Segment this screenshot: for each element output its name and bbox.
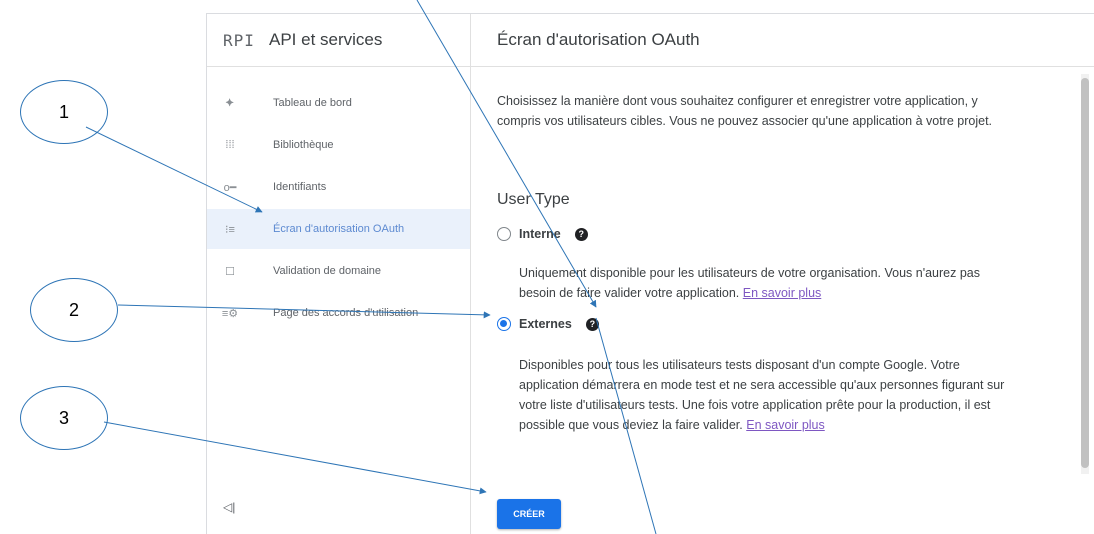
sidebar-item-label: Écran d'autorisation OAuth [273, 223, 405, 235]
sidebar-item-label: Validation de domaine [273, 265, 382, 277]
external-option[interactable]: Externes ? [497, 317, 599, 331]
help-icon[interactable]: ? [574, 227, 588, 241]
user-type-heading: User Type [497, 191, 570, 208]
usage-agreements-icon: ≡⚙ [221, 307, 239, 320]
intro-text: Choisissez la manière dont vous souhaite… [497, 94, 993, 128]
sidebar-item-dashboard[interactable]: ⯌ Tableau de bord [207, 83, 470, 123]
internal-learn-more-link[interactable]: En savoir plus [743, 286, 822, 300]
main-content: Choisissez la manière dont vous souhaite… [497, 67, 1077, 534]
sidebar-item-domain-verification[interactable]: ☐ Validation de domaine [207, 251, 470, 291]
key-icon: o━ [223, 181, 237, 194]
external-learn-more-link[interactable]: En savoir plus [746, 418, 825, 432]
consent-screen-icon: ⁝≡ [225, 223, 235, 236]
internal-description: Uniquement disponible pour les utilisate… [519, 263, 1019, 303]
create-button[interactable]: CRÉER [497, 499, 561, 529]
scrollbar[interactable] [1081, 74, 1089, 474]
dashboard-icon: ⯌ [225, 96, 235, 109]
sidebar-item-oauth-consent[interactable]: ⁝≡ Écran d'autorisation OAuth [207, 209, 470, 249]
collapse-sidebar-icon[interactable]: ◁| [223, 500, 235, 514]
external-label: Externes [519, 317, 572, 331]
external-radio[interactable] [497, 317, 511, 331]
top-bar: RPI API et services Écran d'autorisation… [207, 14, 1094, 67]
internal-radio[interactable] [497, 227, 511, 241]
sidebar-item-label: Identifiants [273, 181, 327, 193]
scrollbar-thumb[interactable] [1081, 78, 1089, 468]
sidebar-item-library[interactable]: ⁞⁞⁞ Bibliothèque [207, 125, 470, 165]
sidebar-item-label: Bibliothèque [273, 139, 334, 151]
library-icon: ⁞⁞⁞ [225, 139, 235, 151]
external-description: Disponibles pour tous les utilisateurs t… [519, 355, 1019, 435]
sidebar-item-label: Tableau de bord [273, 97, 352, 109]
sidebar-divider [470, 14, 471, 534]
internal-option[interactable]: Interne ? [497, 227, 588, 241]
sidebar-item-credentials[interactable]: o━ Identifiants [207, 167, 470, 207]
sidebar-item-usage-agreements[interactable]: ≡⚙ Page des accords d'utilisation [207, 293, 470, 333]
page-title: Écran d'autorisation OAuth [497, 30, 700, 49]
annotation-callout-2: 2 [30, 278, 118, 342]
api-logo: RPI [223, 31, 255, 50]
domain-verification-icon: ☐ [225, 265, 235, 278]
help-icon[interactable]: ? [585, 317, 599, 331]
sidebar-item-label: Page des accords d'utilisation [273, 307, 419, 319]
app-title: API et services [269, 30, 383, 49]
annotation-callout-1: 1 [20, 80, 108, 144]
console-window: RPI API et services Écran d'autorisation… [206, 13, 1094, 534]
annotation-callout-3: 3 [20, 386, 108, 450]
sidebar: ⯌ Tableau de bord ⁞⁞⁞ Bibliothèque o━ Id… [207, 67, 470, 534]
internal-label: Interne [519, 227, 561, 241]
